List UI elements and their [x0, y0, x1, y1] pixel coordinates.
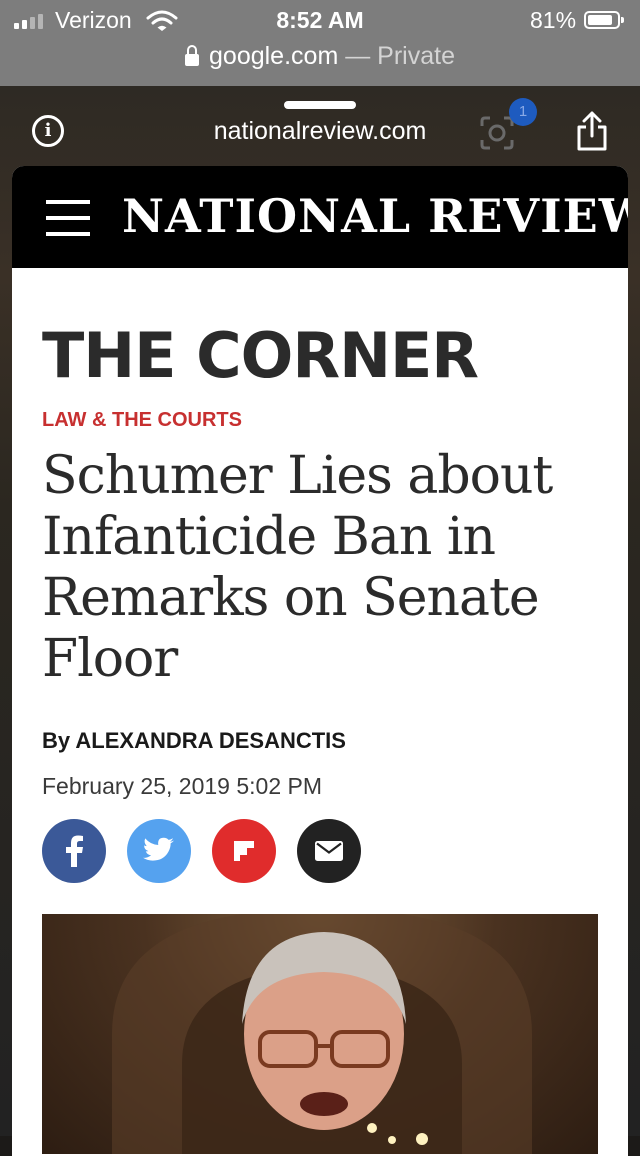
- battery-percentage: 81%: [530, 7, 577, 33]
- article-headline: Schumer Lies about Infanticide Ban in Re…: [42, 446, 553, 689]
- senator-photo-illustration: [112, 914, 532, 1154]
- twitter-icon: [143, 837, 174, 861]
- site-logo[interactable]: NATIONAL REVIEW: [122, 189, 628, 243]
- amp-site-label[interactable]: nationalreview.com: [0, 117, 640, 146]
- private-mode-label: Private: [377, 42, 455, 70]
- battery-icon: [584, 11, 624, 29]
- lens-scan-icon[interactable]: [480, 116, 514, 150]
- url-line[interactable]: google.com — Private: [0, 42, 640, 71]
- drag-handle[interactable]: [284, 101, 356, 109]
- url-separator: —: [338, 42, 378, 70]
- mail-icon: [315, 841, 343, 861]
- publish-date: February 25, 2019 5:02 PM: [42, 773, 322, 799]
- twitter-share-button[interactable]: [127, 819, 191, 883]
- email-share-button[interactable]: [297, 819, 361, 883]
- byline: By ALEXANDRA DESANCTIS: [42, 728, 346, 754]
- url-domain: google.com: [209, 42, 339, 70]
- share-icon[interactable]: [575, 110, 609, 152]
- flipboard-share-button[interactable]: [212, 819, 276, 883]
- lock-icon: [185, 45, 200, 66]
- tab-count-badge[interactable]: 1: [509, 98, 537, 126]
- status-bar: Verizon 8:52 AM 81%: [0, 0, 640, 40]
- category-link[interactable]: LAW & THE COURTS: [42, 409, 242, 432]
- address-bar[interactable]: google.com — Private: [0, 40, 640, 86]
- facebook-share-button[interactable]: [42, 819, 106, 883]
- site-header: NATIONAL REVIEW: [12, 166, 628, 268]
- byline-prefix: By: [42, 728, 76, 753]
- menu-icon[interactable]: [46, 200, 90, 236]
- facebook-icon: [66, 835, 83, 867]
- author-link[interactable]: ALEXANDRA DESANCTIS: [75, 728, 346, 753]
- flipboard-icon: [234, 841, 254, 861]
- section-title[interactable]: THE CORNER: [42, 319, 479, 392]
- article-hero-image[interactable]: [42, 914, 598, 1154]
- article-page: NATIONAL REVIEW THE CORNER LAW & THE COU…: [12, 166, 628, 1156]
